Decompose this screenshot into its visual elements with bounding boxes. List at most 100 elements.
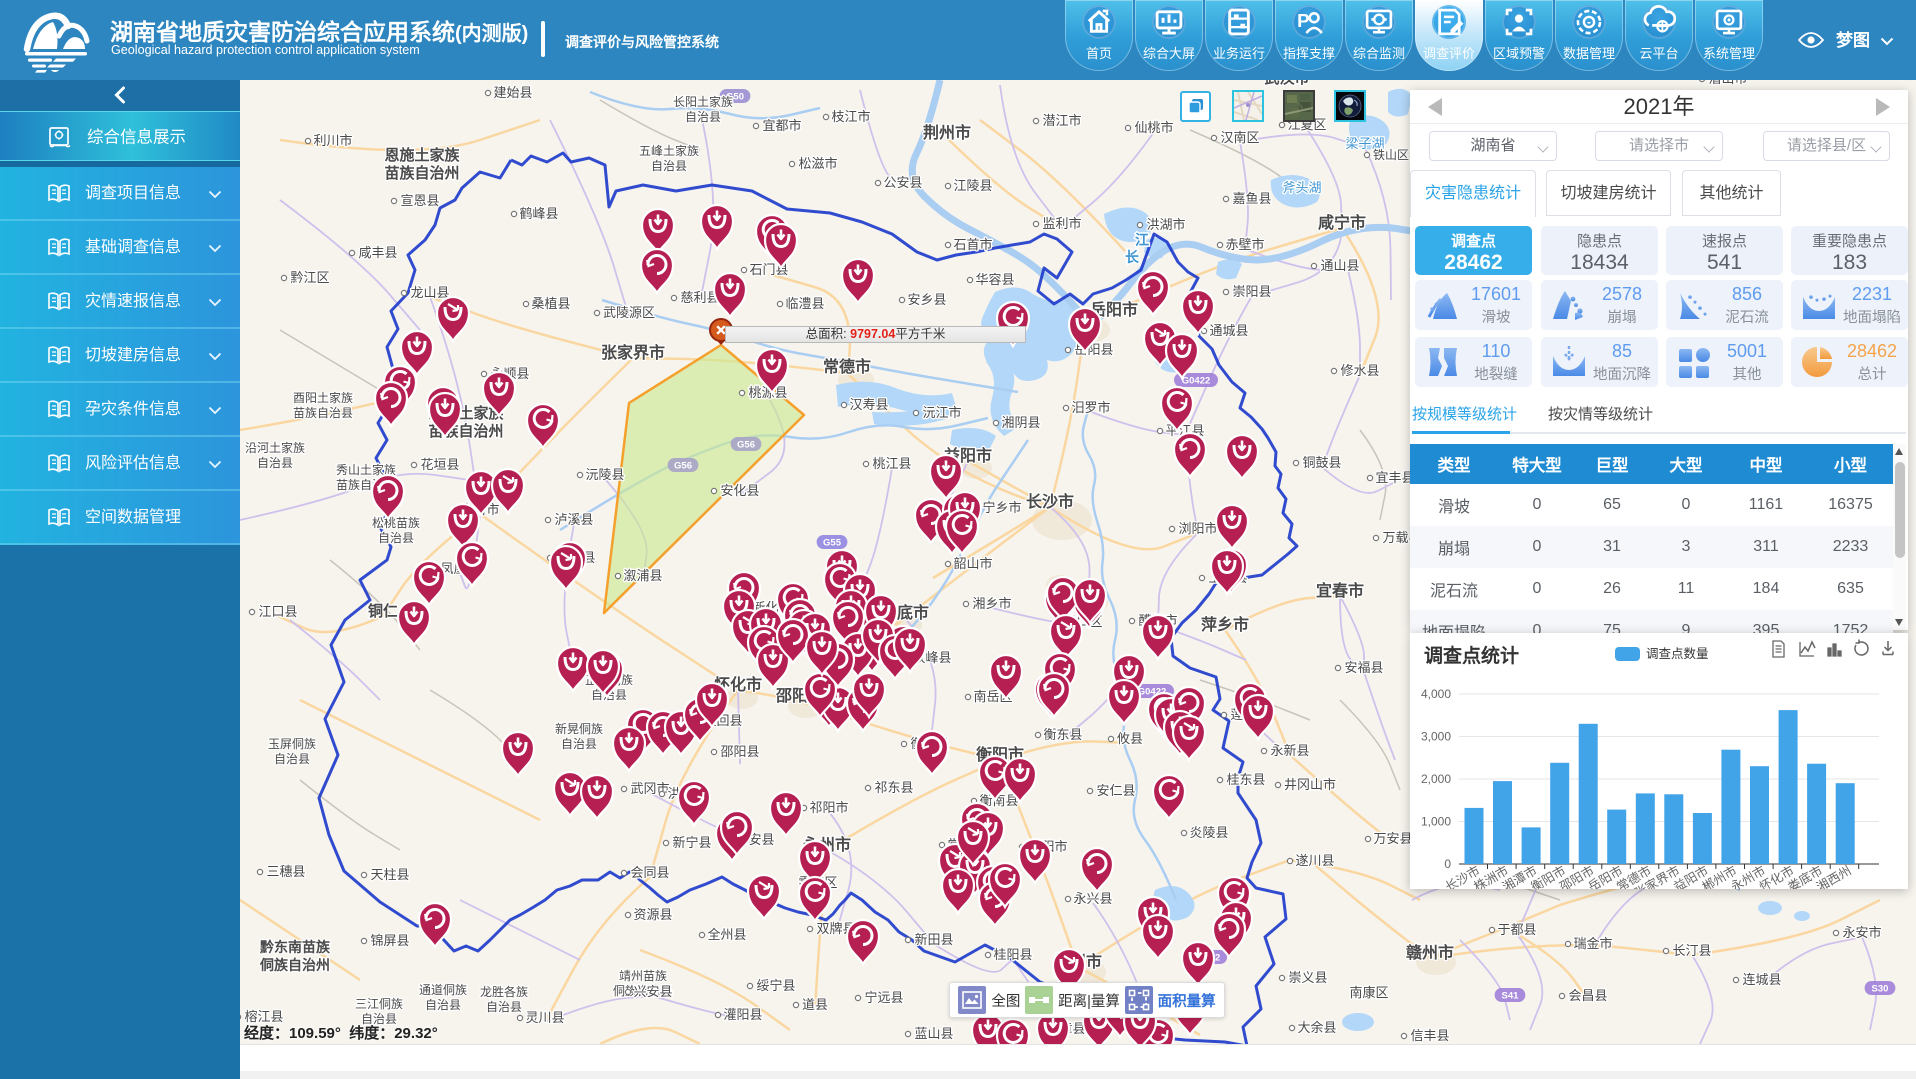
- svg-text:长: 长: [1125, 249, 1140, 265]
- svg-text:蓝山县: 蓝山县: [914, 1026, 953, 1041]
- svg-text:全州县: 全州县: [707, 927, 746, 942]
- svg-text:自治县: 自治县: [257, 456, 293, 470]
- svg-text:南康区: 南康区: [1349, 985, 1388, 1000]
- svg-text:安福县: 安福县: [1344, 660, 1383, 675]
- svg-text:常德市: 常德市: [823, 357, 871, 376]
- svg-text:祁阳市: 祁阳市: [809, 800, 848, 815]
- svg-text:湘乡市: 湘乡市: [972, 596, 1011, 611]
- svg-text:通山县: 通山县: [1320, 258, 1359, 273]
- svg-text:衡东县: 衡东县: [1043, 727, 1082, 742]
- svg-text:修水县: 修水县: [1340, 363, 1379, 378]
- svg-text:2,000: 2,000: [1421, 772, 1451, 786]
- svg-text:炎陵县: 炎陵县: [1189, 825, 1228, 840]
- svg-text:瑞金市: 瑞金市: [1573, 936, 1612, 951]
- svg-text:监利市: 监利市: [1042, 216, 1081, 231]
- svg-text:花垣县: 花垣县: [420, 457, 459, 472]
- svg-text:遂川县: 遂川县: [1295, 853, 1334, 868]
- svg-text:泸溪县: 泸溪县: [554, 512, 593, 527]
- svg-text:三穗县: 三穗县: [266, 864, 305, 879]
- svg-text:溆浦县: 溆浦县: [623, 568, 662, 583]
- svg-text:新晃侗族: 新晃侗族: [555, 721, 603, 736]
- svg-text:连城县: 连城县: [1742, 972, 1781, 987]
- svg-text:长阳土家族: 长阳土家族: [673, 94, 733, 109]
- svg-text:井冈山市: 井冈山市: [1284, 777, 1336, 792]
- svg-text:于都县: 于都县: [1497, 922, 1536, 937]
- svg-text:自治县: 自治县: [274, 752, 310, 766]
- svg-text:S41: S41: [1502, 991, 1520, 1002]
- svg-text:临澧县: 临澧县: [785, 296, 824, 311]
- svg-text:安乡县: 安乡县: [907, 292, 946, 307]
- svg-text:赣州市: 赣州市: [1406, 943, 1454, 962]
- svg-text:萍乡市: 萍乡市: [1201, 615, 1249, 634]
- svg-text:祁东县: 祁东县: [874, 780, 913, 795]
- svg-text:灵川县: 灵川县: [525, 1010, 564, 1025]
- svg-text:自治县: 自治县: [561, 737, 597, 751]
- svg-text:桂阳县: 桂阳县: [993, 947, 1032, 962]
- svg-text:江陵县: 江陵县: [953, 178, 992, 193]
- svg-text:兴安县: 兴安县: [633, 984, 672, 999]
- svg-text:龙胜各族: 龙胜各族: [480, 984, 528, 999]
- svg-text:0: 0: [1444, 857, 1451, 871]
- svg-text:五峰土家族: 五峰土家族: [639, 143, 699, 158]
- svg-text:G0422: G0422: [1182, 376, 1211, 387]
- svg-text:G56: G56: [674, 461, 692, 472]
- svg-text:侗族自治州: 侗族自治州: [259, 957, 330, 973]
- svg-text:长汀县: 长汀县: [1672, 943, 1711, 958]
- svg-text:安化县: 安化县: [720, 483, 759, 498]
- svg-text:苗族自治州: 苗族自治州: [384, 164, 459, 182]
- svg-text:潜江市: 潜江市: [1042, 113, 1081, 128]
- svg-text:公安县: 公安县: [883, 175, 922, 190]
- svg-text:斧头湖: 斧头湖: [1282, 180, 1321, 195]
- svg-text:玉屏侗族: 玉屏侗族: [268, 737, 316, 751]
- svg-text:P: P: [1297, 10, 1309, 31]
- svg-text:枝江市: 枝江市: [831, 109, 870, 124]
- svg-text:G55: G55: [823, 538, 842, 549]
- svg-text:湘阴县: 湘阴县: [1001, 415, 1040, 430]
- svg-text:4,000: 4,000: [1421, 687, 1451, 701]
- svg-text:攸县: 攸县: [1117, 731, 1143, 746]
- svg-text:长沙市: 长沙市: [1026, 492, 1074, 511]
- svg-text:汉寿县: 汉寿县: [849, 397, 888, 412]
- svg-text:宜都市: 宜都市: [762, 118, 801, 133]
- svg-text:华容县: 华容县: [975, 272, 1014, 287]
- svg-text:利川市: 利川市: [313, 133, 352, 148]
- svg-text:自治县: 自治县: [685, 110, 721, 124]
- svg-text:宣恩县: 宣恩县: [400, 193, 439, 208]
- svg-text:靖州苗族: 靖州苗族: [619, 969, 667, 983]
- svg-text:三江侗族: 三江侗族: [355, 997, 403, 1011]
- svg-text:浏阳市: 浏阳市: [1178, 521, 1217, 536]
- svg-text:龙山县: 龙山县: [410, 285, 449, 300]
- svg-text:通城县: 通城县: [1209, 323, 1248, 338]
- svg-text:韶山市: 韶山市: [953, 556, 992, 571]
- svg-text:永新县: 永新县: [1270, 743, 1309, 758]
- svg-text:通道侗族: 通道侗族: [419, 983, 467, 997]
- svg-text:安仁县: 安仁县: [1096, 783, 1135, 798]
- svg-text:桃江县: 桃江县: [872, 456, 911, 471]
- svg-text:黔东南苗族: 黔东南苗族: [260, 939, 331, 955]
- svg-text:自治县: 自治县: [486, 1000, 522, 1014]
- svg-text:万安县: 万安县: [1373, 831, 1412, 846]
- svg-text:赤壁市: 赤壁市: [1225, 237, 1264, 252]
- svg-text:锦屏县: 锦屏县: [370, 933, 409, 948]
- svg-text:永安市: 永安市: [1842, 925, 1881, 940]
- svg-text:武陵源区: 武陵源区: [603, 305, 655, 320]
- svg-text:崇阳县: 崇阳县: [1232, 284, 1271, 299]
- svg-text:汉南区: 汉南区: [1220, 130, 1259, 145]
- svg-text:3,000: 3,000: [1421, 730, 1451, 744]
- svg-text:铜仁: 铜仁: [368, 602, 398, 620]
- svg-text:松滋市: 松滋市: [798, 156, 837, 171]
- svg-text:邵阳县: 邵阳县: [720, 744, 759, 759]
- svg-text:信丰县: 信丰县: [1410, 1028, 1449, 1043]
- svg-text:1,000: 1,000: [1421, 815, 1451, 829]
- svg-text:恩施土家族: 恩施土家族: [384, 146, 460, 164]
- svg-text:武汉市: 武汉市: [1264, 80, 1309, 87]
- svg-text:黔江区: 黔江区: [290, 270, 329, 285]
- svg-text:资源县: 资源县: [633, 907, 672, 922]
- svg-text:仙桃市: 仙桃市: [1134, 120, 1173, 135]
- svg-text:铁山区: 铁山区: [1373, 148, 1409, 162]
- svg-text:沅陵县: 沅陵县: [585, 467, 624, 482]
- svg-text:G56: G56: [737, 440, 755, 451]
- svg-text:张家界市: 张家界市: [601, 343, 665, 362]
- svg-text:鹤峰县: 鹤峰县: [519, 206, 558, 221]
- svg-text:荆州市: 荆州市: [923, 123, 971, 142]
